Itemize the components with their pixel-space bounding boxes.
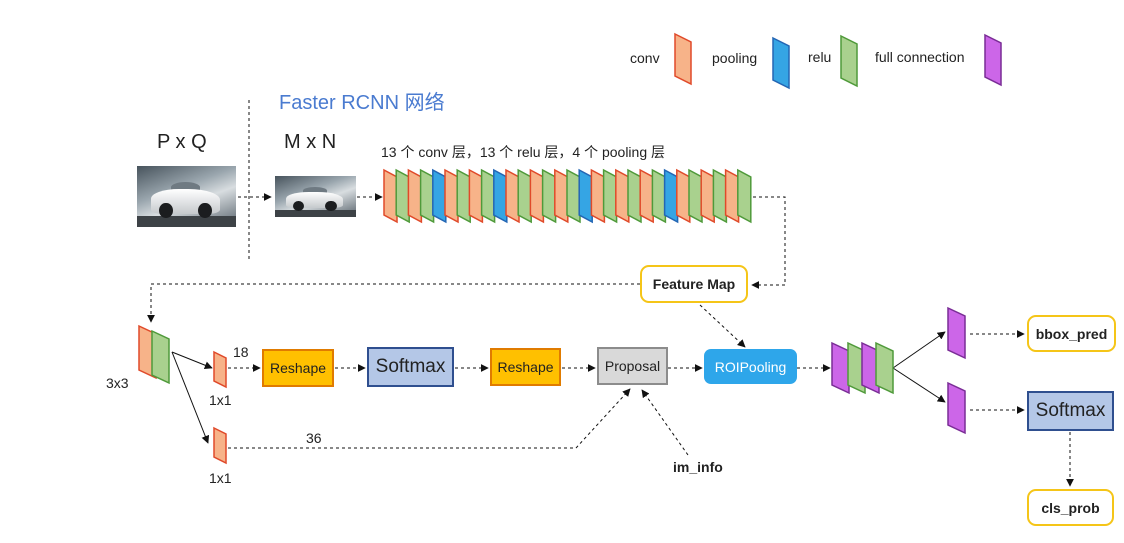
backbone-layer-conv: [724, 168, 740, 224]
backbone-layer-relu: [480, 168, 496, 224]
roi-pooling-box: ROIPooling: [704, 349, 797, 384]
legend-relu-shape: [840, 34, 858, 88]
backbone-layer-relu: [517, 168, 532, 224]
backbone-layer-relu: [627, 168, 642, 224]
reshape-box-2: Reshape: [490, 348, 561, 386]
backbone-layer-conv: [407, 168, 423, 224]
backbone-layer-pooling: [493, 168, 508, 224]
arrow-rpn-to-reg: [171, 351, 210, 444]
arrow-fc-to-cls: [892, 367, 946, 403]
backbone-layer-relu: [566, 168, 581, 224]
backbone-layer-relu: [395, 168, 410, 224]
cls-prob-box: cls_prob: [1027, 489, 1114, 526]
backbone-layer-conv: [700, 168, 715, 224]
arrow-fc-to-bbox: [892, 331, 946, 369]
head-fc-layer-4: [875, 341, 894, 395]
backbone-layer-relu: [541, 168, 557, 224]
backbone-layer-relu: [712, 168, 728, 224]
arrow-reg-to-proposal: [228, 388, 631, 449]
reshape-box-1: Reshape: [262, 349, 334, 387]
bbox-fc-shape: [947, 306, 966, 360]
backbone-layer-conv: [529, 168, 545, 224]
backbone-layer-conv: [468, 168, 484, 224]
head-fc-layer-1: [831, 341, 850, 395]
arrow-im-info-to-proposal: [641, 389, 689, 456]
backbone-layer-conv: [383, 168, 398, 224]
bbox-pred-box: bbox_pred: [1027, 315, 1116, 352]
rpn-reg-conv-label: 1x1: [209, 470, 232, 486]
rpn-softmax-box: Softmax: [367, 347, 454, 387]
legend-label-pooling: pooling: [712, 50, 758, 66]
legend-label-full-connection: full connection: [875, 49, 965, 65]
arrow-feature-map-to-rpn: [147, 283, 640, 323]
backbone-caption: 13 个 conv 层，13 个 relu 层，4 个 pooling 层: [381, 144, 666, 160]
cls-fc-shape: [947, 381, 966, 435]
backbone-layer-conv: [554, 168, 569, 224]
backbone-layer-relu: [456, 168, 471, 224]
legend-label-conv: conv: [630, 50, 660, 66]
backbone-layer-conv: [615, 168, 630, 224]
backbone-layer-conv: [676, 168, 691, 224]
backbone-layer-pooling: [432, 168, 447, 224]
rpn-conv3-relu-shape: [151, 329, 170, 385]
legend-fc-shape: [984, 33, 1002, 87]
rpn-cls-conv-shape: [213, 350, 227, 389]
rpn-reg-channels: 36: [306, 430, 322, 446]
backbone-layer-pooling: [663, 168, 679, 224]
legend-pooling-shape: [772, 36, 790, 90]
arrow-feature-map-to-roi: [699, 304, 746, 348]
diagram-title: Faster RCNN 网络: [279, 92, 445, 114]
backbone-layer-conv: [639, 168, 654, 224]
backbone-layer-conv: [444, 168, 459, 224]
backbone-layer-conv: [505, 168, 520, 224]
backbone-layer-relu: [651, 168, 667, 224]
faster-rcnn-diagram: [138, 32, 1074, 487]
proposal-box: Proposal: [597, 347, 668, 385]
head-softmax-box: Softmax: [1027, 391, 1114, 431]
backbone-layer-conv: [590, 168, 606, 224]
rpn-conv3-label: 3x3: [106, 375, 129, 391]
im-info-label: im_info: [673, 459, 723, 475]
resized-image: [275, 176, 356, 217]
backbone-layer-relu: [602, 168, 618, 224]
rpn-cls-channels: 18: [233, 344, 249, 360]
backbone-layer-relu: [688, 168, 703, 224]
arrow-backbone-to-feature-map: [747, 196, 786, 289]
backbone-layer-pooling: [578, 168, 593, 224]
backbone-layer-relu: [737, 168, 752, 224]
input-image: [137, 166, 236, 227]
resized-size-label: M x N: [284, 131, 337, 153]
arrow-rpn-to-cls: [171, 351, 213, 370]
legend-conv-shape: [674, 32, 692, 86]
legend-label-relu: relu: [808, 49, 832, 65]
backbone-layer-relu: [419, 168, 435, 224]
rpn-reg-conv-shape: [213, 426, 227, 465]
feature-map-box: Feature Map: [640, 265, 748, 303]
input-size-label: P x Q: [157, 131, 207, 153]
rpn-cls-conv-label: 1x1: [209, 392, 232, 408]
